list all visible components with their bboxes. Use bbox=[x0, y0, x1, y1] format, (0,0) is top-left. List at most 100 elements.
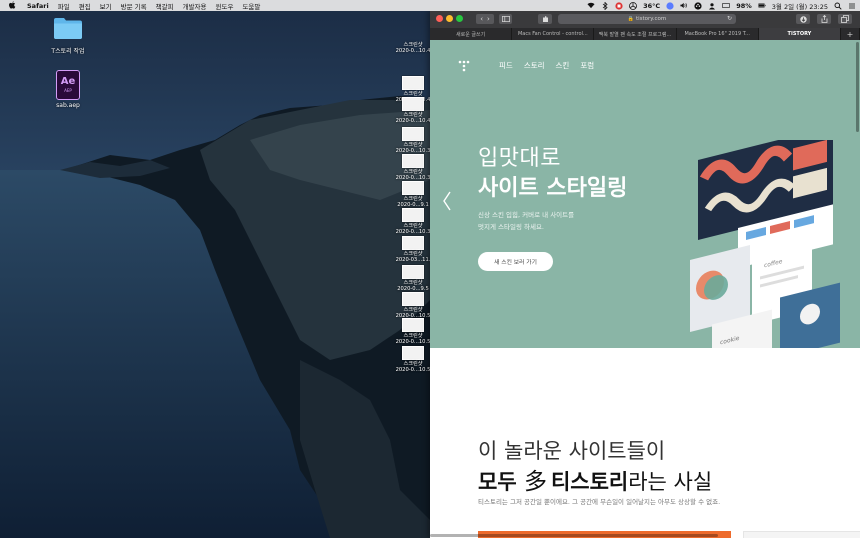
tab-bar: 새로운 글쓰기 Macs Fan Control - control... 맥북… bbox=[430, 28, 860, 40]
desktop-screenshot[interactable]: 스크린샷 2020-0...10.5 bbox=[393, 318, 433, 345]
sidebar-button[interactable] bbox=[499, 14, 512, 24]
user-icon[interactable] bbox=[708, 2, 716, 10]
menu-history[interactable]: 방문 기록 bbox=[121, 1, 147, 11]
battery-icon[interactable] bbox=[757, 2, 766, 10]
menu-edit[interactable]: 편집 bbox=[79, 1, 91, 11]
forward-icon: › bbox=[487, 15, 490, 23]
lock-icon: 🔒 bbox=[627, 16, 634, 22]
back-forward-buttons[interactable]: ‹ › bbox=[476, 14, 494, 24]
tab-fan-speed-article[interactable]: 맥북 발열 팬 속도 조절 프로그램... bbox=[594, 28, 677, 40]
share-button[interactable] bbox=[817, 14, 831, 24]
aep-sub: AEP bbox=[64, 88, 72, 93]
safari-toolbar: ‹ › 🔒 tistory.com ↻ bbox=[430, 10, 860, 28]
new-tab-button[interactable]: + bbox=[841, 28, 860, 40]
nav-forum[interactable]: 포럼 bbox=[580, 60, 594, 71]
carousel-prev-icon[interactable] bbox=[442, 191, 452, 211]
screenshot-thumbnail bbox=[402, 127, 424, 141]
hero-heading-bold: 사이트 스타일링 bbox=[478, 176, 628, 201]
tab-new-post[interactable]: 새로운 글쓰기 bbox=[430, 28, 513, 40]
menu-bookmarks[interactable]: 책갈피 bbox=[156, 1, 174, 11]
screenshot-date: 2020-03...11. bbox=[395, 257, 431, 263]
tab-macs-fan-control[interactable]: Macs Fan Control - control... bbox=[512, 28, 595, 40]
reload-icon[interactable]: ↻ bbox=[727, 15, 732, 22]
menu-file[interactable]: 파일 bbox=[58, 1, 70, 11]
view-new-skins-button[interactable]: 새 스킨 보러 가기 bbox=[478, 252, 553, 271]
zoom-window-button[interactable] bbox=[456, 15, 463, 22]
safari-window: ‹ › 🔒 tistory.com ↻ 새로운 글쓰기 Macs Fan Con… bbox=[430, 10, 860, 538]
desktop-screenshot[interactable]: 스크린샷 2020-0...10.5 bbox=[393, 346, 433, 373]
desktop-screenshot[interactable]: 스크린샷 2020-0...10.3 bbox=[393, 154, 433, 181]
menu-help[interactable]: 도움말 bbox=[242, 1, 260, 11]
apple-menu-icon[interactable] bbox=[7, 1, 17, 11]
close-window-button[interactable] bbox=[436, 15, 443, 22]
hero-heading-light: 입맛대로 bbox=[478, 146, 561, 171]
featured-site-card[interactable] bbox=[743, 531, 860, 538]
desktop-screenshot[interactable]: 스크린샷 2020-0...10.4 bbox=[393, 42, 433, 54]
screenshot-thumbnail bbox=[402, 76, 424, 90]
nav-story[interactable]: 스토리 bbox=[524, 60, 545, 71]
screenshot-date: 2020-0...10.4 bbox=[395, 118, 431, 124]
wifi-icon[interactable] bbox=[587, 2, 595, 10]
siri-icon[interactable] bbox=[666, 1, 674, 10]
screenshot-thumbnail bbox=[402, 292, 424, 306]
fan-control-icon[interactable] bbox=[629, 1, 638, 10]
share-icon bbox=[821, 15, 827, 23]
section-heading-tail: 라는 사실 bbox=[628, 470, 713, 494]
nav-skin[interactable]: 스킨 bbox=[556, 60, 570, 71]
desktop-screenshot[interactable]: 스크린샷 2020-0...9.5 bbox=[393, 265, 433, 292]
screenshot-date: 2020-0...10.5 bbox=[395, 367, 431, 373]
tistory-page: 피드 스토리 스킨 포럼 입맛대로 사이트 스타일링 신상 스킨 입힘, 커버로… bbox=[430, 40, 860, 538]
desktop-screenshot[interactable]: 스크린샷 2020-0...10.3 bbox=[393, 208, 433, 235]
sidebar-icon bbox=[501, 16, 510, 22]
temperature-readout[interactable]: 36°C bbox=[643, 2, 660, 10]
volume-icon[interactable] bbox=[680, 2, 688, 10]
desktop-screenshot[interactable]: 스크린샷 2020-0...10.5 bbox=[393, 292, 433, 319]
menu-window[interactable]: 윈도우 bbox=[216, 1, 234, 11]
back-icon: ‹ bbox=[480, 15, 483, 23]
menu-view[interactable]: 보기 bbox=[100, 1, 112, 11]
extension-button[interactable] bbox=[538, 14, 552, 24]
menu-app-safari[interactable]: Safari bbox=[27, 2, 49, 10]
downloads-button[interactable] bbox=[796, 14, 810, 24]
desktop-folder[interactable]: T스토리 작업 bbox=[50, 16, 86, 55]
section-heading-hanja: 多 bbox=[523, 469, 547, 495]
menu-develop[interactable]: 개발자용 bbox=[183, 1, 207, 11]
tistory-logo-icon[interactable] bbox=[458, 60, 470, 72]
address-bar[interactable]: 🔒 tistory.com ↻ bbox=[558, 14, 736, 24]
nav-feed[interactable]: 피드 bbox=[499, 60, 513, 71]
hero-banner: 피드 스토리 스킨 포럼 입맛대로 사이트 스타일링 신상 스킨 입힘, 커버로… bbox=[430, 40, 860, 348]
hero-desc-line: 신상 스킨 입힘, 커버로 내 사이트를 bbox=[478, 211, 575, 219]
vertical-scrollbar[interactable] bbox=[856, 42, 859, 132]
desktop-screenshot[interactable]: 스크린샷 2020-0...10.4 bbox=[393, 97, 433, 124]
bluetooth-icon[interactable] bbox=[601, 1, 609, 10]
battery-percent[interactable]: 98% bbox=[736, 2, 752, 10]
screenshot-date: 2020-0...10.5 bbox=[395, 339, 431, 345]
folder-icon bbox=[54, 18, 82, 39]
keyboard-icon[interactable] bbox=[722, 2, 731, 10]
menu-clock[interactable]: 3월 2일 (월) 23:25 bbox=[772, 1, 828, 11]
menu-bar: Safari 파일 편집 보기 방문 기록 책갈피 개발자용 윈도우 도움말 3… bbox=[0, 0, 860, 11]
control-center-icon[interactable] bbox=[848, 2, 856, 10]
tab-macbook-pro[interactable]: MacBook Pro 16" 2019 T... bbox=[677, 28, 759, 40]
section-heading-brand: 티스토리 bbox=[550, 470, 629, 494]
tab-tistory[interactable]: TISTORY bbox=[758, 28, 842, 40]
desktop-aep-file[interactable]: Ae AEP sab.aep bbox=[52, 70, 84, 109]
desktop-screenshot[interactable]: 스크린샷 2020-03...11. bbox=[393, 236, 433, 263]
stop-record-icon[interactable] bbox=[615, 1, 623, 10]
screenshot-date: 2020-0...10.3 bbox=[395, 229, 431, 235]
top-nav: 피드 스토리 스킨 포럼 bbox=[499, 60, 594, 71]
aep-badge: Ae bbox=[60, 76, 76, 87]
horizontal-scrollbar[interactable] bbox=[430, 534, 718, 537]
minimize-window-button[interactable] bbox=[446, 15, 453, 22]
screenshot-date: 2020-0...10.4 bbox=[395, 48, 431, 54]
desktop-screenshot[interactable]: 스크린샷 2020-0...9.1 bbox=[393, 181, 433, 208]
tab-overview-button[interactable] bbox=[838, 14, 852, 24]
desktop-screenshot[interactable]: 스크린샷 2020-0...10.3 bbox=[393, 127, 433, 154]
tabs-icon bbox=[841, 15, 849, 23]
puzzle-icon bbox=[542, 15, 548, 22]
tistory-icon[interactable] bbox=[694, 1, 702, 10]
search-icon[interactable] bbox=[834, 2, 842, 10]
screenshot-thumbnail bbox=[402, 154, 424, 168]
hero-desc-line: 멋지게 스타일링 하세요. bbox=[478, 223, 544, 231]
section-heading-light: 이 놀라운 사이트들이 bbox=[478, 439, 666, 463]
